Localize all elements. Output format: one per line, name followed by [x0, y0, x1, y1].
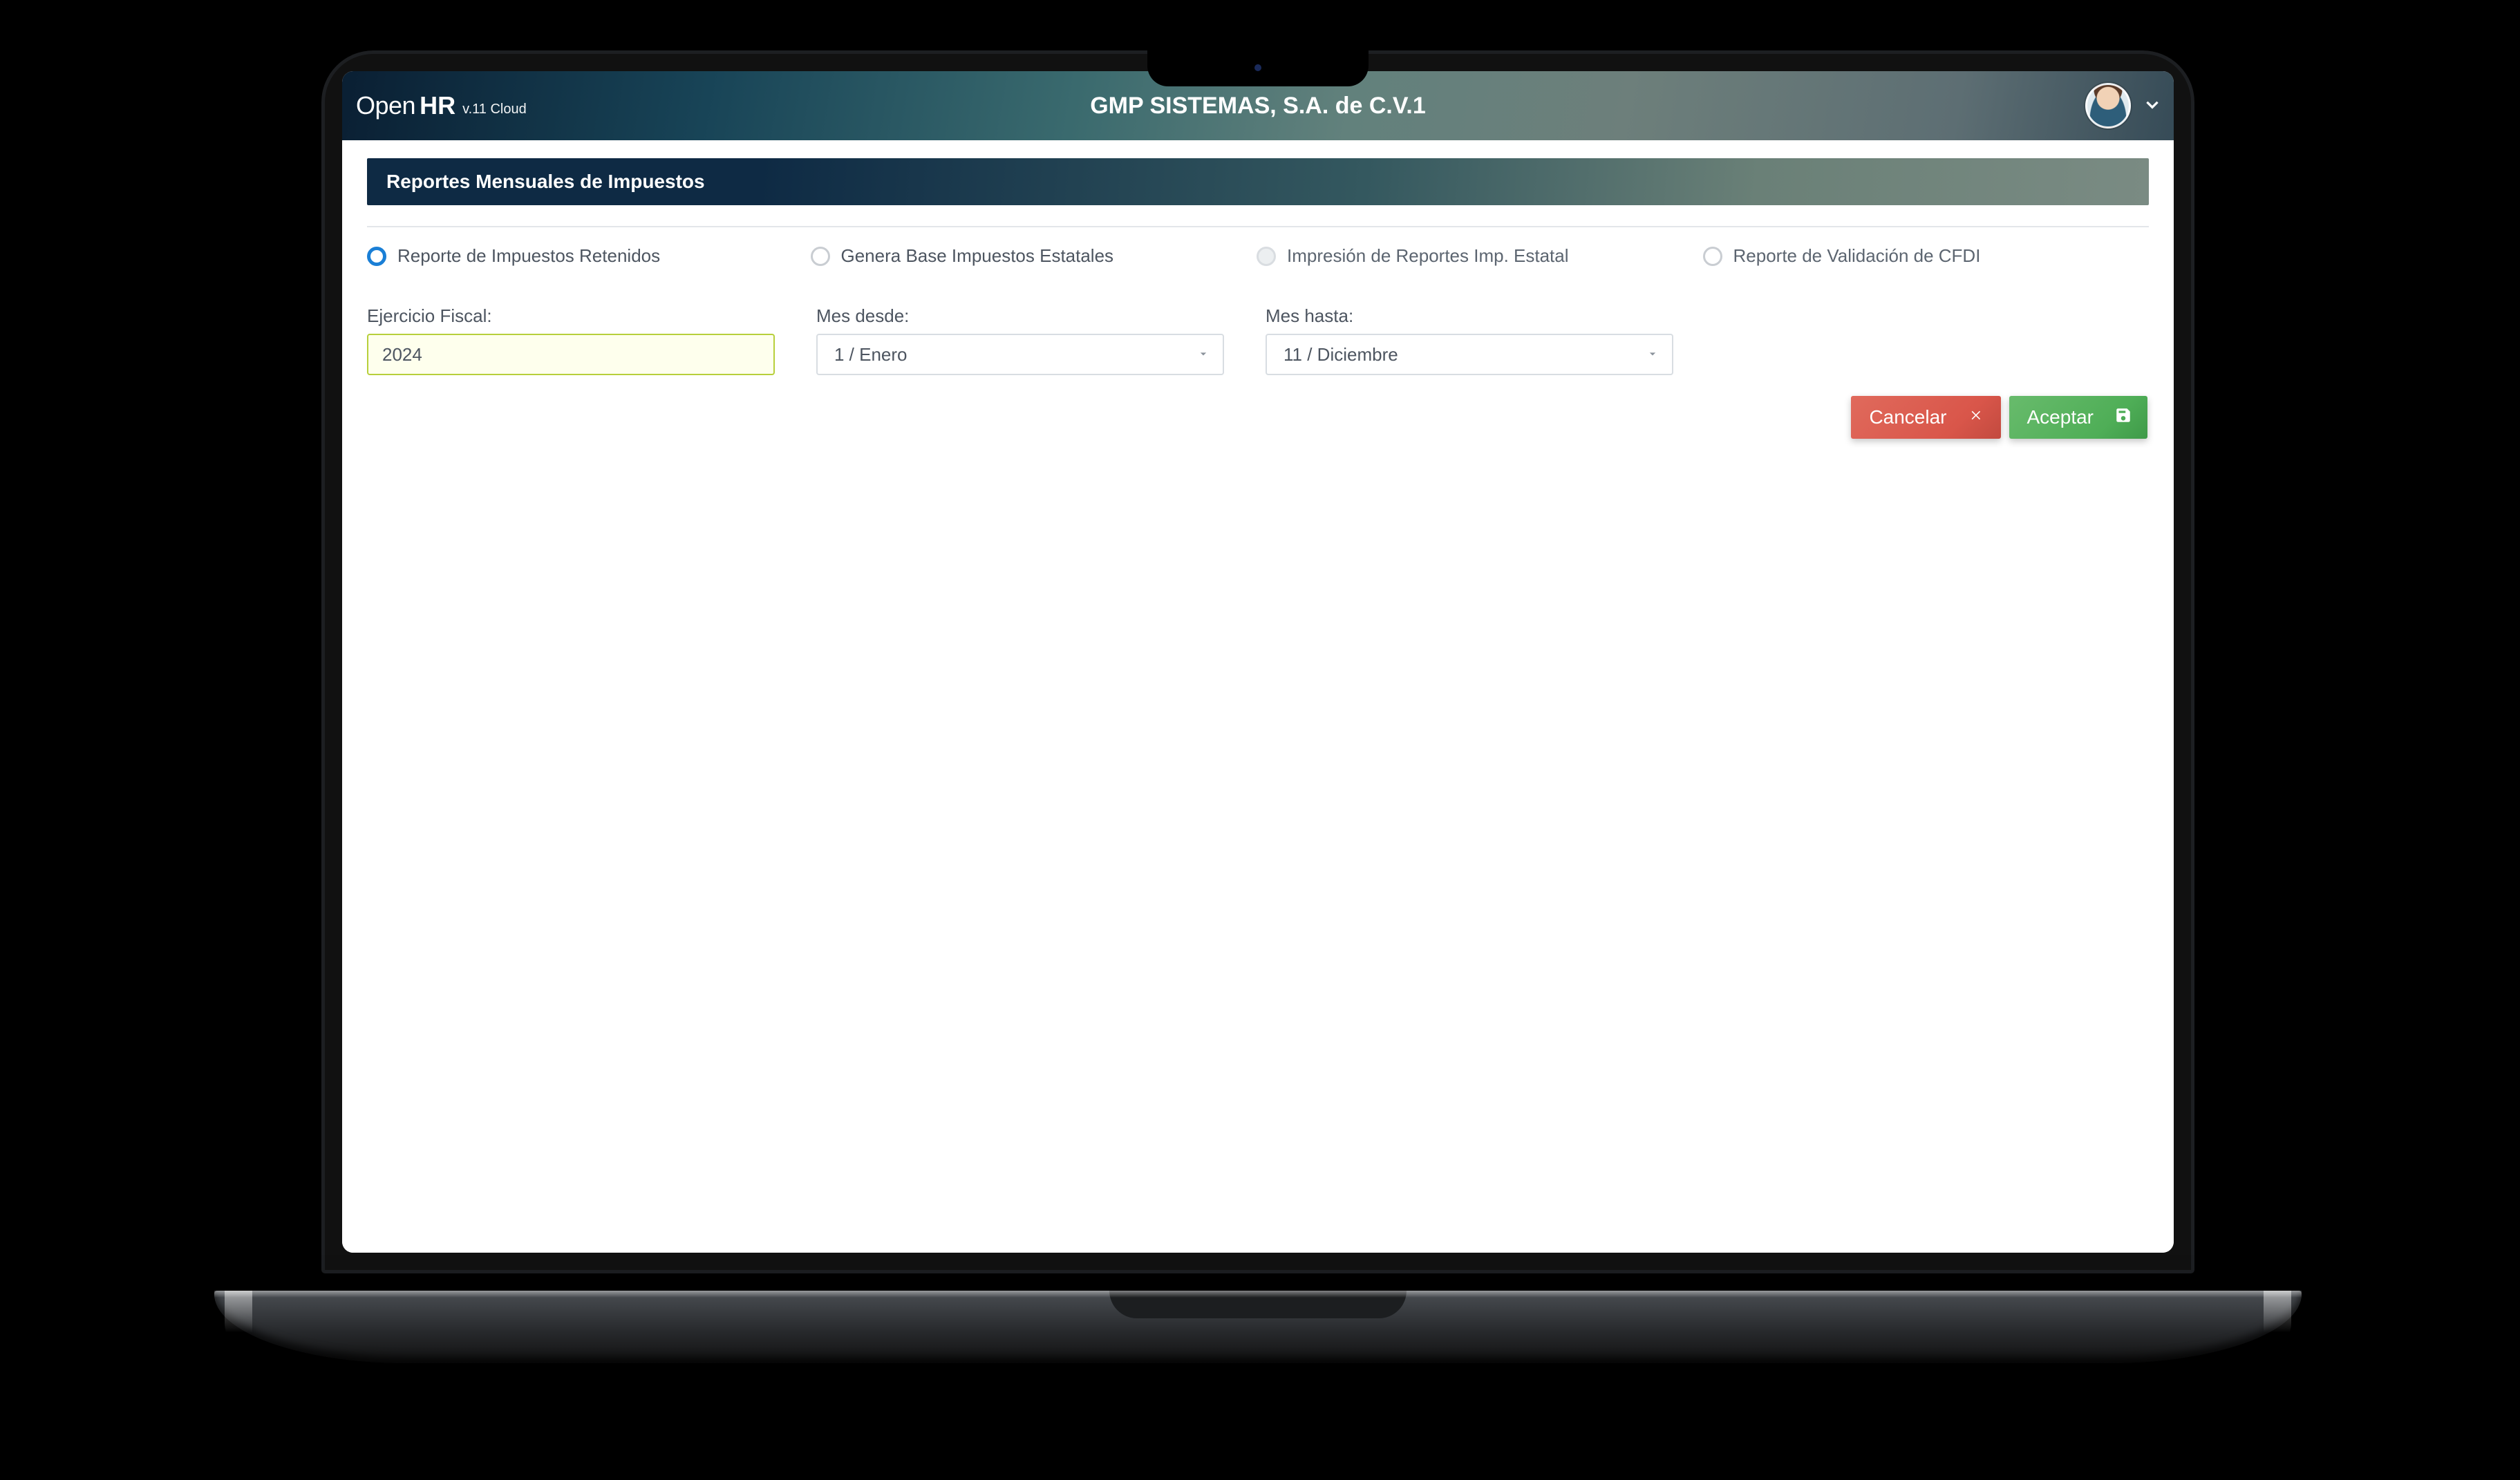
option-cfdi-validation[interactable]: Reporte de Validación de CFDI: [1703, 245, 2150, 267]
profile-area: [2085, 83, 2161, 129]
cancel-button[interactable]: Cancelar: [1851, 396, 2000, 439]
month-to-field: Mes hasta: 11 / Diciembre: [1266, 305, 1673, 375]
fiscal-year-input[interactable]: [367, 334, 775, 375]
option-state-tax-base[interactable]: Genera Base Impuestos Estatales: [811, 245, 1257, 267]
action-buttons: Cancelar Aceptar: [367, 396, 2149, 439]
option-label: Genera Base Impuestos Estatales: [841, 245, 1114, 267]
screen: Open HR v.11 Cloud GMP SISTEMAS, S.A. de…: [342, 71, 2174, 1253]
laptop-base: [214, 1291, 2302, 1363]
filters-row: Ejercicio Fiscal: Mes desde: 1 / Enero: [367, 305, 2149, 375]
brand-name-part1: Open: [356, 91, 415, 120]
avatar[interactable]: [2085, 83, 2131, 129]
form-panel: Reporte de Impuestos Retenidos Genera Ba…: [367, 226, 2149, 439]
radio-icon: [367, 247, 386, 266]
brand-version: v.11 Cloud: [462, 102, 527, 117]
month-from-field: Mes desde: 1 / Enero: [816, 305, 1224, 375]
laptop-frame: Open HR v.11 Cloud GMP SISTEMAS, S.A. de…: [283, 47, 2232, 1387]
profile-menu-toggle[interactable]: [2143, 95, 2161, 117]
section-header: Reportes Mensuales de Impuestos: [367, 158, 2149, 205]
section-title: Reportes Mensuales de Impuestos: [367, 158, 2149, 205]
content-area: Reportes Mensuales de Impuestos Reporte …: [342, 140, 2174, 1253]
month-from-value: 1 / Enero: [834, 344, 908, 366]
accept-button[interactable]: Aceptar: [2009, 396, 2148, 439]
month-to-value: 11 / Diciembre: [1283, 344, 1398, 366]
month-from-select[interactable]: 1 / Enero: [816, 334, 1224, 375]
accept-label: Aceptar: [2027, 406, 2094, 428]
brand-logo: Open HR v.11 Cloud: [356, 91, 527, 120]
radio-icon: [811, 247, 830, 266]
radio-icon: [1257, 247, 1276, 266]
option-retained-taxes[interactable]: Reporte de Impuestos Retenidos: [367, 245, 814, 267]
company-title: GMP SISTEMAS, S.A. de C.V.1: [1090, 93, 1426, 120]
chevron-down-icon: [1646, 344, 1659, 366]
close-icon: [1968, 406, 1986, 429]
fiscal-year-label: Ejercicio Fiscal:: [367, 305, 775, 327]
brand-name-part2: HR: [420, 91, 455, 120]
chevron-down-icon: [1196, 344, 1210, 366]
month-from-label: Mes desde:: [816, 305, 1224, 327]
month-to-label: Mes hasta:: [1266, 305, 1673, 327]
month-to-select[interactable]: 11 / Diciembre: [1266, 334, 1673, 375]
divider: [367, 226, 2149, 227]
option-print-state-tax[interactable]: Impresión de Reportes Imp. Estatal: [1257, 245, 1703, 267]
option-label: Impresión de Reportes Imp. Estatal: [1287, 245, 1569, 267]
option-label: Reporte de Validación de CFDI: [1733, 245, 1981, 267]
fiscal-year-field: Ejercicio Fiscal:: [367, 305, 775, 375]
option-label: Reporte de Impuestos Retenidos: [397, 245, 660, 267]
save-icon: [2114, 406, 2132, 429]
report-type-options: Reporte de Impuestos Retenidos Genera Ba…: [367, 245, 2149, 267]
laptop-lid: Open HR v.11 Cloud GMP SISTEMAS, S.A. de…: [318, 47, 2198, 1277]
cancel-label: Cancelar: [1869, 406, 1946, 428]
laptop-notch: [1147, 50, 1369, 86]
radio-icon: [1703, 247, 1722, 266]
